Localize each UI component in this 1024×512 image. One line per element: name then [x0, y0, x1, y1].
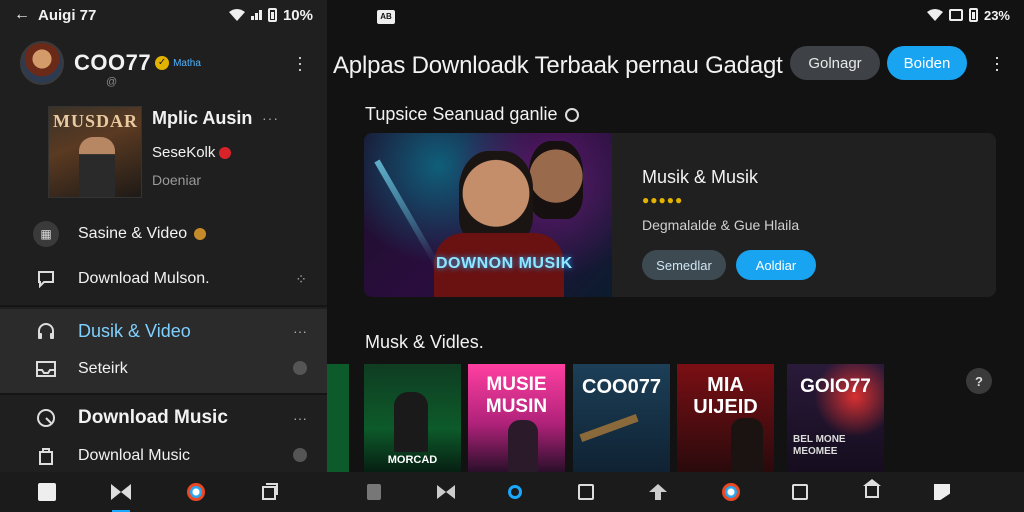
signal-icon [250, 10, 262, 20]
sparkle-icon[interactable]: ⁘ [295, 271, 307, 288]
right-status-bar: AB 23% [327, 0, 1024, 30]
thumbnail-card[interactable]: MUSIE MUSIN [468, 364, 565, 472]
nav-target-icon[interactable] [185, 481, 207, 503]
avatar[interactable] [20, 41, 64, 85]
profile-more-icon[interactable]: · · · [295, 48, 305, 78]
app-root: ← Auigi 77 10% COO77 ✓ Matha @ · · · MUSDA… [0, 0, 1024, 512]
radio-icon[interactable] [293, 447, 307, 465]
aoldiar-button[interactable]: Aoldiar [736, 250, 816, 280]
nav-bowtie-icon[interactable] [110, 481, 132, 512]
featured-image: DOWNON MUSIK [364, 133, 612, 297]
featured-description: Degmalalde & Gue Hlaila [642, 217, 800, 233]
thumbnail-partial[interactable] [327, 364, 349, 472]
now-playing-subtitle: SeseKolk [152, 144, 232, 161]
now-playing-more-icon[interactable]: ··· [262, 110, 279, 126]
profile-name: COO77 [74, 50, 152, 75]
thumbnail-card[interactable]: MORCAD [364, 364, 461, 472]
header-more-icon[interactable]: · · · [992, 48, 1002, 78]
radio-icon[interactable] [293, 360, 307, 378]
menu-item-sasine-video[interactable]: ▦ Sasine & Video [0, 220, 327, 248]
album-art-title: MUSDAR [53, 111, 138, 131]
profile-header[interactable]: COO77 ✓ Matha [20, 40, 320, 86]
nav-circle-icon[interactable] [504, 481, 526, 503]
battery-icon [968, 8, 978, 22]
nav-bowtie-icon[interactable] [435, 481, 457, 503]
menu-item-download-music[interactable]: Download Music ··· [0, 404, 327, 432]
now-playing-card[interactable]: MUSDAR Mplic Ausin ··· SeseKolk Doeniar [48, 106, 318, 198]
album-art: MUSDAR [48, 106, 142, 198]
featured-title: Musik & Musik [642, 167, 759, 187]
nav-tree-icon[interactable] [647, 481, 669, 503]
verified-badge-icon: ✓ [155, 56, 170, 70]
golnagr-button[interactable]: Golnagr [790, 46, 880, 80]
tray-icon [33, 356, 59, 382]
profile-sub: @ [106, 76, 118, 88]
grid-icon: ▦ [33, 221, 59, 247]
thumbnail-card[interactable]: GOIO77 BEL MONE MEOMEE [787, 364, 884, 472]
right-battery-percent: 23% [983, 7, 1010, 23]
profile-tag: Matha [173, 57, 201, 69]
featured-image-text: DOWNON MUSIK [436, 255, 573, 272]
album-art-figure [79, 137, 115, 197]
headphones-icon [33, 318, 59, 344]
wifi-icon [926, 9, 943, 21]
menu-item-seteirk[interactable]: Seteirk [0, 355, 327, 383]
nav-target-icon[interactable] [720, 481, 742, 503]
menu-item-download-mulson[interactable]: Download Mulson. ⁘ [0, 265, 327, 293]
rating-stars-icon: ●●●●● [642, 193, 684, 207]
screen-icon [948, 9, 963, 21]
nav-window-icon[interactable] [575, 481, 597, 503]
menu-item-downloal-music[interactable]: Downloal Music [0, 443, 327, 469]
menu-item-dusik-video[interactable]: Dusik & Video ··· [0, 317, 327, 345]
divider [0, 305, 327, 307]
thumbnail-card[interactable]: MIA UIJEID [677, 364, 774, 472]
divider [0, 393, 327, 395]
nav-profile-icon[interactable] [931, 481, 953, 503]
chat-icon [33, 266, 59, 292]
thumbnail-card[interactable]: COO077 [573, 364, 670, 472]
now-playing-subtitle-2: Doeniar [152, 172, 202, 188]
right-bottom-nav [327, 472, 1024, 512]
left-status-bar: ← Auigi 77 10% [0, 0, 327, 30]
right-panel: AB 23% Aplpas Downloadk Terbaak pernau G… [327, 0, 1024, 512]
nav-copy-icon[interactable] [259, 481, 281, 503]
nav-tablet-icon[interactable] [789, 481, 811, 503]
wifi-icon [228, 9, 245, 21]
disc-icon [33, 405, 59, 431]
back-arrow-icon[interactable]: ← [14, 6, 38, 24]
left-battery-percent: 10% [282, 6, 313, 24]
boiden-button[interactable]: Boiden [887, 46, 967, 80]
nav-home-icon[interactable] [861, 479, 883, 503]
coin-icon [194, 228, 206, 240]
left-panel: ← Auigi 77 10% COO77 ✓ Matha @ · · · MUSDA… [0, 0, 327, 512]
section-title-featured: Tupsice Seanuad ganlie [365, 104, 579, 125]
nav-feed-icon[interactable] [36, 481, 58, 503]
help-button[interactable]: ? [966, 368, 992, 394]
menu-item-more-icon[interactable]: ··· [293, 323, 307, 339]
app-badge-icon: AB [377, 10, 395, 24]
now-playing-title: Mplic Ausin [152, 108, 253, 128]
semedlar-button[interactable]: Semedlar [642, 250, 726, 280]
page-title: Aplpas Downloadk Terbaak pernau Gadagt [333, 52, 783, 79]
bag-icon [33, 443, 59, 469]
section-title-music-video: Musk & Vidles. [365, 332, 484, 352]
battery-icon [267, 8, 277, 22]
red-badge-icon [219, 147, 232, 160]
menu-item-more-icon[interactable]: ··· [293, 410, 307, 426]
left-status-title: Auigi 77 [38, 6, 97, 24]
featured-card[interactable]: DOWNON MUSIK Musik & Musik ●●●●● Degmala… [364, 133, 996, 297]
nav-flag-icon[interactable] [363, 481, 385, 503]
left-bottom-nav [0, 472, 327, 512]
swirl-icon [564, 108, 579, 123]
